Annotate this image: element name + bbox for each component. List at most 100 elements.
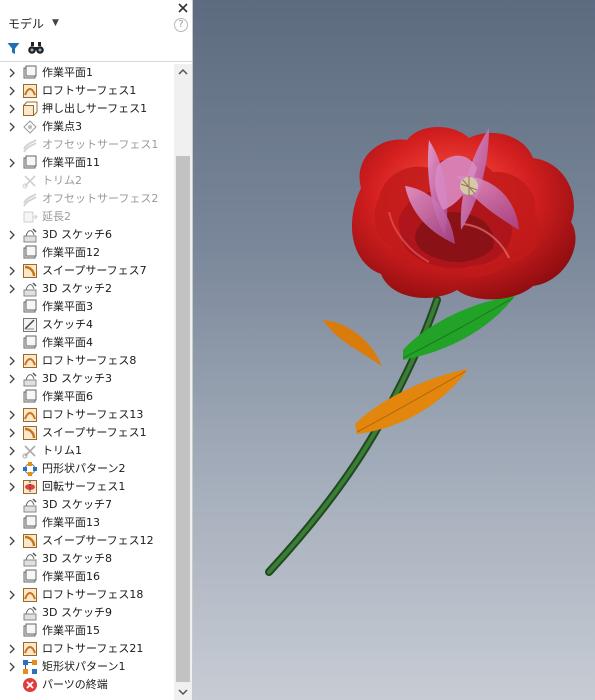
circular-pattern-icon	[23, 462, 37, 476]
tree-item[interactable]: スイープサーフェス1	[0, 424, 174, 442]
expand-chevron-icon[interactable]	[9, 662, 15, 672]
tree-item[interactable]: 3D スケッチ7	[0, 496, 174, 514]
tree-item[interactable]: スイープサーフェス12	[0, 532, 174, 550]
work-plane-icon	[23, 245, 37, 259]
expand-chevron-icon[interactable]	[9, 590, 15, 600]
tree-item[interactable]: ロフトサーフェス8	[0, 352, 174, 370]
expand-chevron-icon[interactable]	[9, 266, 15, 276]
expand-chevron-icon[interactable]	[9, 86, 15, 96]
tree-item[interactable]: スイープサーフェス7	[0, 262, 174, 280]
tree-item[interactable]: ロフトサーフェス1	[0, 82, 174, 100]
tree-item-label: 3D スケッチ2	[42, 282, 112, 295]
tree-item[interactable]: ロフトサーフェス13	[0, 406, 174, 424]
expand-chevron-icon[interactable]	[9, 356, 15, 366]
trim-icon	[22, 445, 36, 459]
tree-item-label: トリム2	[42, 174, 82, 187]
sweep-surface-icon	[23, 426, 37, 440]
work-point-icon	[23, 120, 37, 134]
scroll-thumb[interactable]	[176, 156, 190, 682]
tree-item[interactable]: オフセットサーフェス1	[0, 136, 174, 154]
expand-chevron-icon[interactable]	[9, 482, 15, 492]
tree-item[interactable]: トリム1	[0, 442, 174, 460]
tree-item-label: 作業平面15	[42, 624, 100, 637]
tree-item-label: ロフトサーフェス13	[42, 408, 144, 421]
expand-chevron-icon[interactable]	[9, 536, 15, 546]
tree-item-label: ロフトサーフェス8	[42, 354, 137, 367]
tree-item[interactable]: 3D スケッチ6	[0, 226, 174, 244]
scroll-up-icon[interactable]	[178, 68, 188, 76]
expand-chevron-icon[interactable]	[9, 374, 15, 384]
expand-chevron-icon[interactable]	[9, 68, 15, 78]
tree-item[interactable]: 円形状パターン2	[0, 460, 174, 478]
tree-item-label: 作業平面3	[42, 300, 93, 313]
tree-item[interactable]: 延長2	[0, 208, 174, 226]
tree-item-label: 作業平面12	[42, 246, 100, 259]
tree-item-label: 作業平面6	[42, 390, 93, 403]
tree-item[interactable]: スケッチ4	[0, 316, 174, 334]
tree-item[interactable]: 回転サーフェス1	[0, 478, 174, 496]
tree-item[interactable]: 作業平面12	[0, 244, 174, 262]
3d-viewport[interactable]	[193, 0, 595, 700]
panel-title[interactable]: モデル	[8, 15, 44, 32]
tree-item[interactable]: 3D スケッチ8	[0, 550, 174, 568]
work-plane-icon	[23, 299, 37, 313]
tree-item[interactable]: 作業点3	[0, 118, 174, 136]
expand-chevron-icon[interactable]	[9, 122, 15, 132]
scroll-down-icon[interactable]	[178, 688, 188, 696]
tree-item[interactable]: トリム2	[0, 172, 174, 190]
chevron-down-icon[interactable]: ▼	[52, 18, 59, 28]
loft-surface-icon	[23, 84, 37, 98]
tree-item[interactable]: オフセットサーフェス2	[0, 190, 174, 208]
work-plane-icon	[23, 155, 37, 169]
expand-chevron-icon[interactable]	[9, 158, 15, 168]
3d-sketch-icon	[23, 372, 37, 387]
tree-item[interactable]: 作業平面13	[0, 514, 174, 532]
binoculars-icon[interactable]	[28, 41, 44, 55]
expand-chevron-icon[interactable]	[9, 428, 15, 438]
expand-chevron-icon[interactable]	[9, 104, 15, 114]
work-plane-icon	[23, 65, 37, 79]
expand-chevron-icon[interactable]	[9, 410, 15, 420]
tree-item[interactable]: 作業平面15	[0, 622, 174, 640]
expand-chevron-icon[interactable]	[9, 284, 15, 294]
trim-icon	[22, 175, 36, 189]
tree-item[interactable]: 作業平面16	[0, 568, 174, 586]
tree-scrollbar[interactable]	[174, 64, 192, 700]
tree-item-label: 作業平面1	[42, 66, 93, 79]
rose-model[interactable]	[193, 0, 595, 700]
tree-item[interactable]: パーツの終端	[0, 676, 174, 694]
tree-item[interactable]: 作業平面4	[0, 334, 174, 352]
offset-surface-icon	[23, 193, 37, 207]
tree-item-label: スケッチ4	[42, 318, 93, 331]
tree-item[interactable]: 3D スケッチ9	[0, 604, 174, 622]
expand-chevron-icon[interactable]	[9, 446, 15, 456]
tree-item[interactable]: 作業平面6	[0, 388, 174, 406]
tree-item-label: スイープサーフェス1	[42, 426, 147, 439]
tree-item-label: 延長2	[42, 210, 71, 223]
tree-item[interactable]: 作業平面11	[0, 154, 174, 172]
end-of-part-icon	[23, 678, 37, 692]
extend-icon	[23, 211, 38, 223]
filter-icon[interactable]	[7, 42, 20, 55]
help-icon[interactable]: ?	[174, 18, 188, 32]
tree-item[interactable]: 作業平面1	[0, 64, 174, 82]
tree-item-label: 円形状パターン2	[42, 462, 126, 475]
expand-chevron-icon[interactable]	[9, 644, 15, 654]
model-browser-panel: モデル ▼ ? 作業平面1 ロフトサーフェス1 押し出しサーフェス1 作業点3 オフセッ…	[0, 0, 193, 700]
tree-item[interactable]: ロフトサーフェス18	[0, 586, 174, 604]
orange-leaf-small	[323, 320, 382, 366]
3d-sketch-icon	[23, 606, 37, 621]
tree-item-label: スイープサーフェス12	[42, 534, 154, 547]
tree-item[interactable]: 矩形状パターン1	[0, 658, 174, 676]
tree-item[interactable]: ロフトサーフェス21	[0, 640, 174, 658]
tree-item[interactable]: 作業平面3	[0, 298, 174, 316]
close-icon[interactable]	[177, 2, 189, 14]
tree-item-label: 矩形状パターン1	[42, 660, 126, 673]
tree-item[interactable]: 3D スケッチ2	[0, 280, 174, 298]
model-tree: 作業平面1 ロフトサーフェス1 押し出しサーフェス1 作業点3 オフセットサーフェス1 作…	[0, 64, 174, 700]
tree-item[interactable]: 3D スケッチ3	[0, 370, 174, 388]
revolve-surface-icon	[23, 480, 37, 494]
tree-item[interactable]: 押し出しサーフェス1	[0, 100, 174, 118]
expand-chevron-icon[interactable]	[9, 230, 15, 240]
expand-chevron-icon[interactable]	[9, 464, 15, 474]
